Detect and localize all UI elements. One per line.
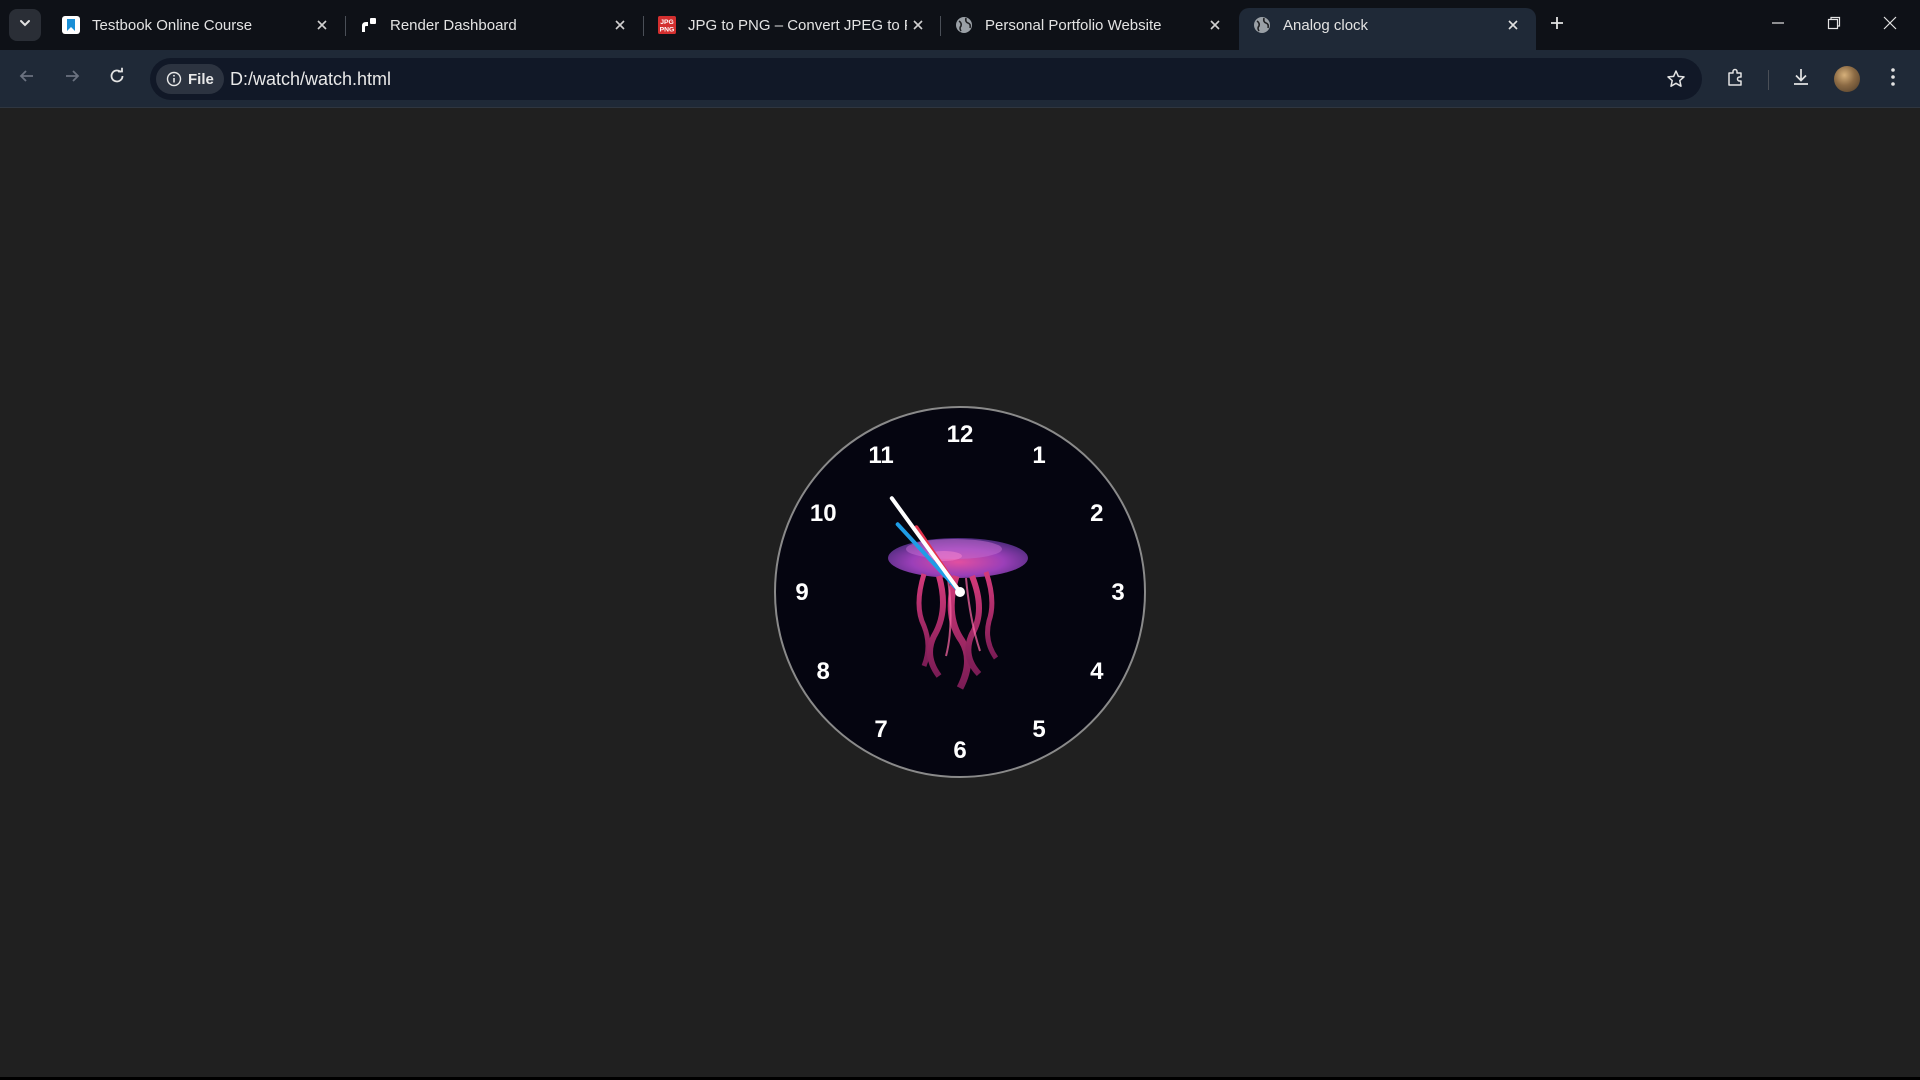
arrow-right-icon (63, 67, 81, 90)
tab-title: Testbook Online Course (92, 16, 253, 34)
restore-icon (1827, 16, 1841, 35)
download-icon (1791, 67, 1811, 92)
globe-icon (955, 16, 973, 34)
clock-numeral: 8 (817, 658, 830, 685)
close-icon (1883, 16, 1897, 35)
tab-title: JPG to PNG – Convert JPEG to PNG (688, 16, 907, 34)
tab-jpg-to-png[interactable]: JPG PNG JPG to PNG – Convert JPEG to PNG (644, 8, 941, 42)
render-icon (360, 16, 378, 34)
close-icon[interactable] (1502, 14, 1524, 36)
puzzle-icon (1726, 67, 1746, 92)
browser-toolbar: File D:/watch/watch.html (0, 50, 1920, 108)
clock-numeral: 6 (953, 737, 966, 764)
forward-button[interactable] (55, 61, 89, 95)
close-window-button[interactable] (1862, 0, 1918, 50)
globe-icon (1253, 16, 1271, 34)
address-bar[interactable]: File D:/watch/watch.html (150, 58, 1702, 100)
clock-numeral: 7 (874, 716, 887, 743)
bookmark-star-icon[interactable] (1664, 67, 1688, 91)
tab-portfolio[interactable]: Personal Portfolio Website (941, 8, 1238, 42)
downloads-button[interactable] (1784, 62, 1818, 96)
toolbar-divider (1768, 70, 1769, 90)
new-tab-button[interactable] (1542, 10, 1572, 40)
jpg-label: JPG (660, 19, 674, 26)
clock-numeral: 9 (795, 579, 808, 606)
analog-clock: 12 1 2 3 4 5 6 7 8 9 10 11 (774, 406, 1146, 778)
site-info-label: File (188, 70, 214, 88)
tab-title: Personal Portfolio Website (985, 16, 1162, 34)
jpg-png-icon: JPG PNG (658, 16, 676, 34)
close-icon[interactable] (609, 14, 631, 36)
back-button[interactable] (10, 61, 44, 95)
reload-button[interactable] (100, 61, 134, 95)
plus-icon (1549, 15, 1565, 36)
testbook-icon (62, 16, 80, 34)
tab-strip: Testbook Online Course Render Dashboard … (0, 0, 1920, 50)
info-icon (166, 71, 182, 87)
png-label: PNG (660, 26, 675, 33)
clock-numeral: 4 (1090, 658, 1104, 685)
chevron-down-icon (18, 16, 32, 35)
close-icon[interactable] (311, 14, 333, 36)
close-icon[interactable] (1204, 14, 1226, 36)
minimize-icon (1771, 16, 1785, 35)
menu-button[interactable] (1876, 62, 1910, 96)
clock-numeral: 2 (1090, 500, 1103, 527)
clock-numeral: 12 (947, 421, 974, 448)
close-icon[interactable] (907, 14, 929, 36)
url-text[interactable]: D:/watch/watch.html (230, 58, 391, 100)
extensions-button[interactable] (1719, 62, 1753, 96)
tab-title: Analog clock (1283, 16, 1369, 34)
tab-render[interactable]: Render Dashboard (346, 8, 643, 42)
kebab-menu-icon (1890, 67, 1896, 92)
tab-search-button[interactable] (9, 9, 41, 41)
clock-numeral: 1 (1032, 442, 1045, 469)
clock-numeral: 5 (1032, 716, 1045, 743)
clock-numeral: 11 (868, 442, 893, 469)
clock-numeral: 10 (810, 500, 837, 527)
minimize-button[interactable] (1750, 0, 1806, 50)
site-info-chip[interactable]: File (156, 64, 224, 94)
arrow-left-icon (18, 67, 36, 90)
restore-button[interactable] (1806, 0, 1862, 50)
clock-center-pin (955, 587, 965, 597)
clock-numeral: 3 (1111, 579, 1124, 606)
tab-testbook[interactable]: Testbook Online Course (48, 8, 345, 42)
profile-avatar[interactable] (1834, 66, 1860, 92)
reload-icon (108, 67, 126, 90)
tab-analog-clock[interactable]: Analog clock (1239, 8, 1536, 50)
tab-title: Render Dashboard (390, 16, 517, 34)
